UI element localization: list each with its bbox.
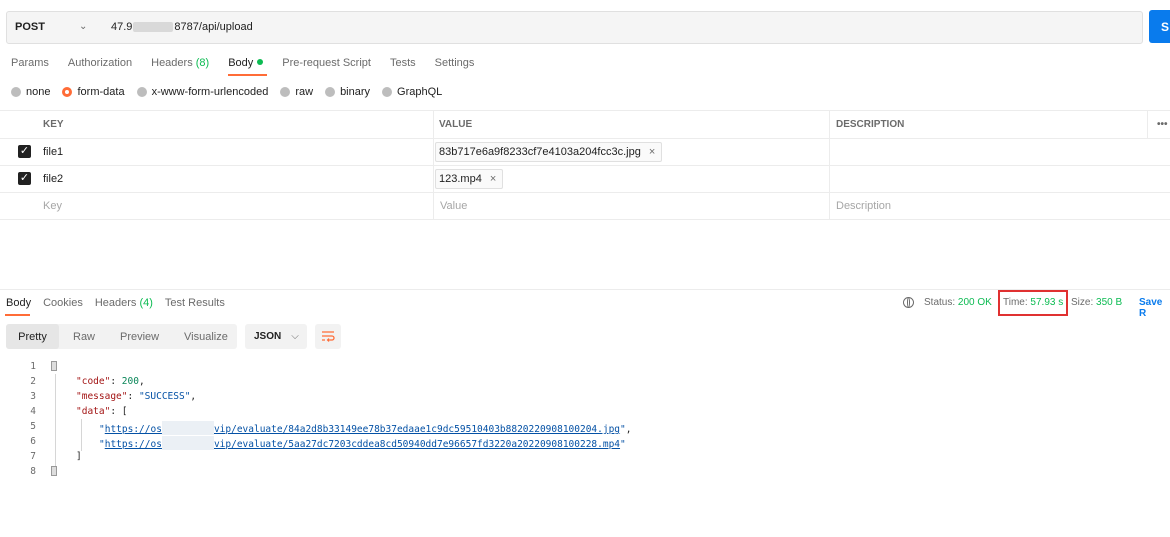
response-tabs: Body Cookies Headers (4) Test Results (6, 297, 237, 309)
indent-guide (81, 419, 82, 451)
chevron-down-icon: ⌵ (291, 331, 299, 342)
response-link[interactable]: https://os (105, 439, 162, 450)
status-value: 200 OK (957, 297, 992, 308)
save-response-button[interactable]: Save R (1139, 297, 1170, 319)
row-key[interactable]: file1 (43, 138, 63, 165)
table-row: ✓ file2 123.mp4 × (0, 165, 1170, 193)
body-type-group: none form-data x-www-form-urlencoded raw… (11, 86, 454, 98)
collapse-icon[interactable] (51, 466, 57, 476)
tab-cookies[interactable]: Cookies (43, 297, 83, 309)
line-number: 1 (30, 361, 36, 372)
status-label: Status: (924, 297, 956, 308)
tab-response-body[interactable]: Body (6, 297, 31, 309)
description-input[interactable]: Description (836, 192, 891, 219)
tab-response-headers[interactable]: Headers (4) (95, 297, 153, 309)
tab-headers[interactable]: Headers (8) (151, 57, 209, 77)
status-area: Status: 200 OK (903, 297, 992, 308)
view-raw[interactable]: Raw (73, 324, 95, 349)
chevron-down-icon: ⌄ (78, 21, 88, 32)
view-pretty[interactable]: Pretty (6, 324, 59, 349)
view-preview[interactable]: Preview (120, 324, 159, 349)
line-number: 7 (30, 451, 36, 462)
tab-authorization[interactable]: Authorization (68, 57, 132, 77)
table-header: KEY VALUE DESCRIPTION ••• (0, 110, 1170, 139)
active-dot-icon (257, 59, 264, 65)
row-key[interactable]: file2 (43, 165, 63, 192)
response-size: Size: 350 B (1071, 297, 1123, 308)
table-row: ✓ file1 83b717e6a9f8233cf7e4103a204fcc3c… (0, 138, 1170, 166)
key-input[interactable]: Key (43, 192, 62, 219)
file-chip: 123.mp4 × (435, 168, 504, 189)
active-tab-indicator (5, 314, 30, 316)
radio-icon (11, 87, 21, 97)
radio-icon (325, 87, 336, 97)
line-number: 2 (30, 376, 36, 387)
file-name: 83b717e6a9f8233cf7e4103a204fcc3c.jpg (439, 145, 641, 158)
line-number: 3 (30, 391, 36, 402)
checkbox-checked-icon[interactable]: ✓ (18, 172, 31, 185)
redacted-region (133, 21, 174, 32)
response-link[interactable]: vip/evaluate/84a2d8b33149ee78b37edaae1c9… (214, 424, 620, 435)
remove-file-icon[interactable]: × (490, 173, 496, 185)
radio-icon (136, 87, 147, 97)
tab-params[interactable]: Params (11, 57, 49, 77)
radio-form-data[interactable]: form-data (62, 86, 125, 98)
redacted-region (161, 421, 214, 435)
wrap-icon (322, 331, 335, 342)
file-chip: 83b717e6a9f8233cf7e4103a204fcc3c.jpg × (435, 141, 663, 162)
wrap-lines-button[interactable] (315, 324, 341, 349)
line-number: 4 (30, 406, 36, 417)
radio-icon (382, 87, 393, 97)
headers-count: (8) (195, 57, 210, 69)
url-prefix: 47.9 (111, 20, 133, 33)
url-suffix: 8787/api/upload (174, 20, 253, 33)
tab-settings[interactable]: Settings (435, 57, 475, 77)
file-name: 123.mp4 (439, 172, 482, 185)
collapse-icon[interactable] (51, 361, 57, 371)
indent-guide (55, 374, 56, 466)
method-label: POST (15, 20, 45, 33)
radio-urlencoded[interactable]: x-www-form-urlencoded (136, 86, 268, 98)
tab-tests[interactable]: Tests (390, 57, 416, 77)
view-visualize[interactable]: Visualize (184, 324, 228, 349)
size-value: 350 B (1096, 297, 1123, 308)
divider (0, 289, 1170, 290)
response-link[interactable]: https://os (105, 424, 162, 435)
line-number: 5 (30, 421, 36, 432)
method-select[interactable]: POST ⌄ (6, 11, 102, 42)
radio-selected-icon (62, 87, 73, 97)
url-input[interactable]: 47.9 8787/api/upload (111, 11, 253, 42)
radio-none[interactable]: none (11, 86, 50, 98)
radio-binary[interactable]: binary (325, 86, 370, 98)
response-time: Time: 57.93 s (1003, 297, 1064, 308)
time-value: 57.93 s (1030, 297, 1064, 308)
line-number: 6 (30, 436, 36, 447)
line-number: 8 (30, 466, 36, 477)
radio-icon (280, 87, 291, 97)
redacted-region (161, 436, 214, 450)
tab-test-results[interactable]: Test Results (165, 297, 225, 309)
checkbox-checked-icon[interactable]: ✓ (18, 145, 31, 158)
header-description: DESCRIPTION (836, 119, 905, 130)
remove-file-icon[interactable]: × (649, 146, 655, 158)
radio-raw[interactable]: raw (280, 86, 313, 98)
table-row-new: Key Value Description (0, 192, 1170, 220)
globe-icon[interactable] (903, 297, 914, 308)
response-link[interactable]: vip/evaluate/5aa27dc7203cddea8cd50940dd7… (214, 439, 620, 450)
active-tab-indicator (228, 74, 267, 76)
header-key: KEY (43, 119, 64, 130)
format-select[interactable]: JSON ⌵ (245, 324, 307, 349)
header-value: VALUE (439, 119, 473, 130)
headers-count: (4) (139, 297, 153, 309)
more-options-icon[interactable]: ••• (1157, 111, 1168, 138)
send-button[interactable]: S (1149, 10, 1170, 43)
radio-graphql[interactable]: GraphQL (382, 86, 442, 98)
tab-pre-request-script[interactable]: Pre-request Script (282, 57, 371, 77)
value-input[interactable]: Value (440, 192, 467, 219)
